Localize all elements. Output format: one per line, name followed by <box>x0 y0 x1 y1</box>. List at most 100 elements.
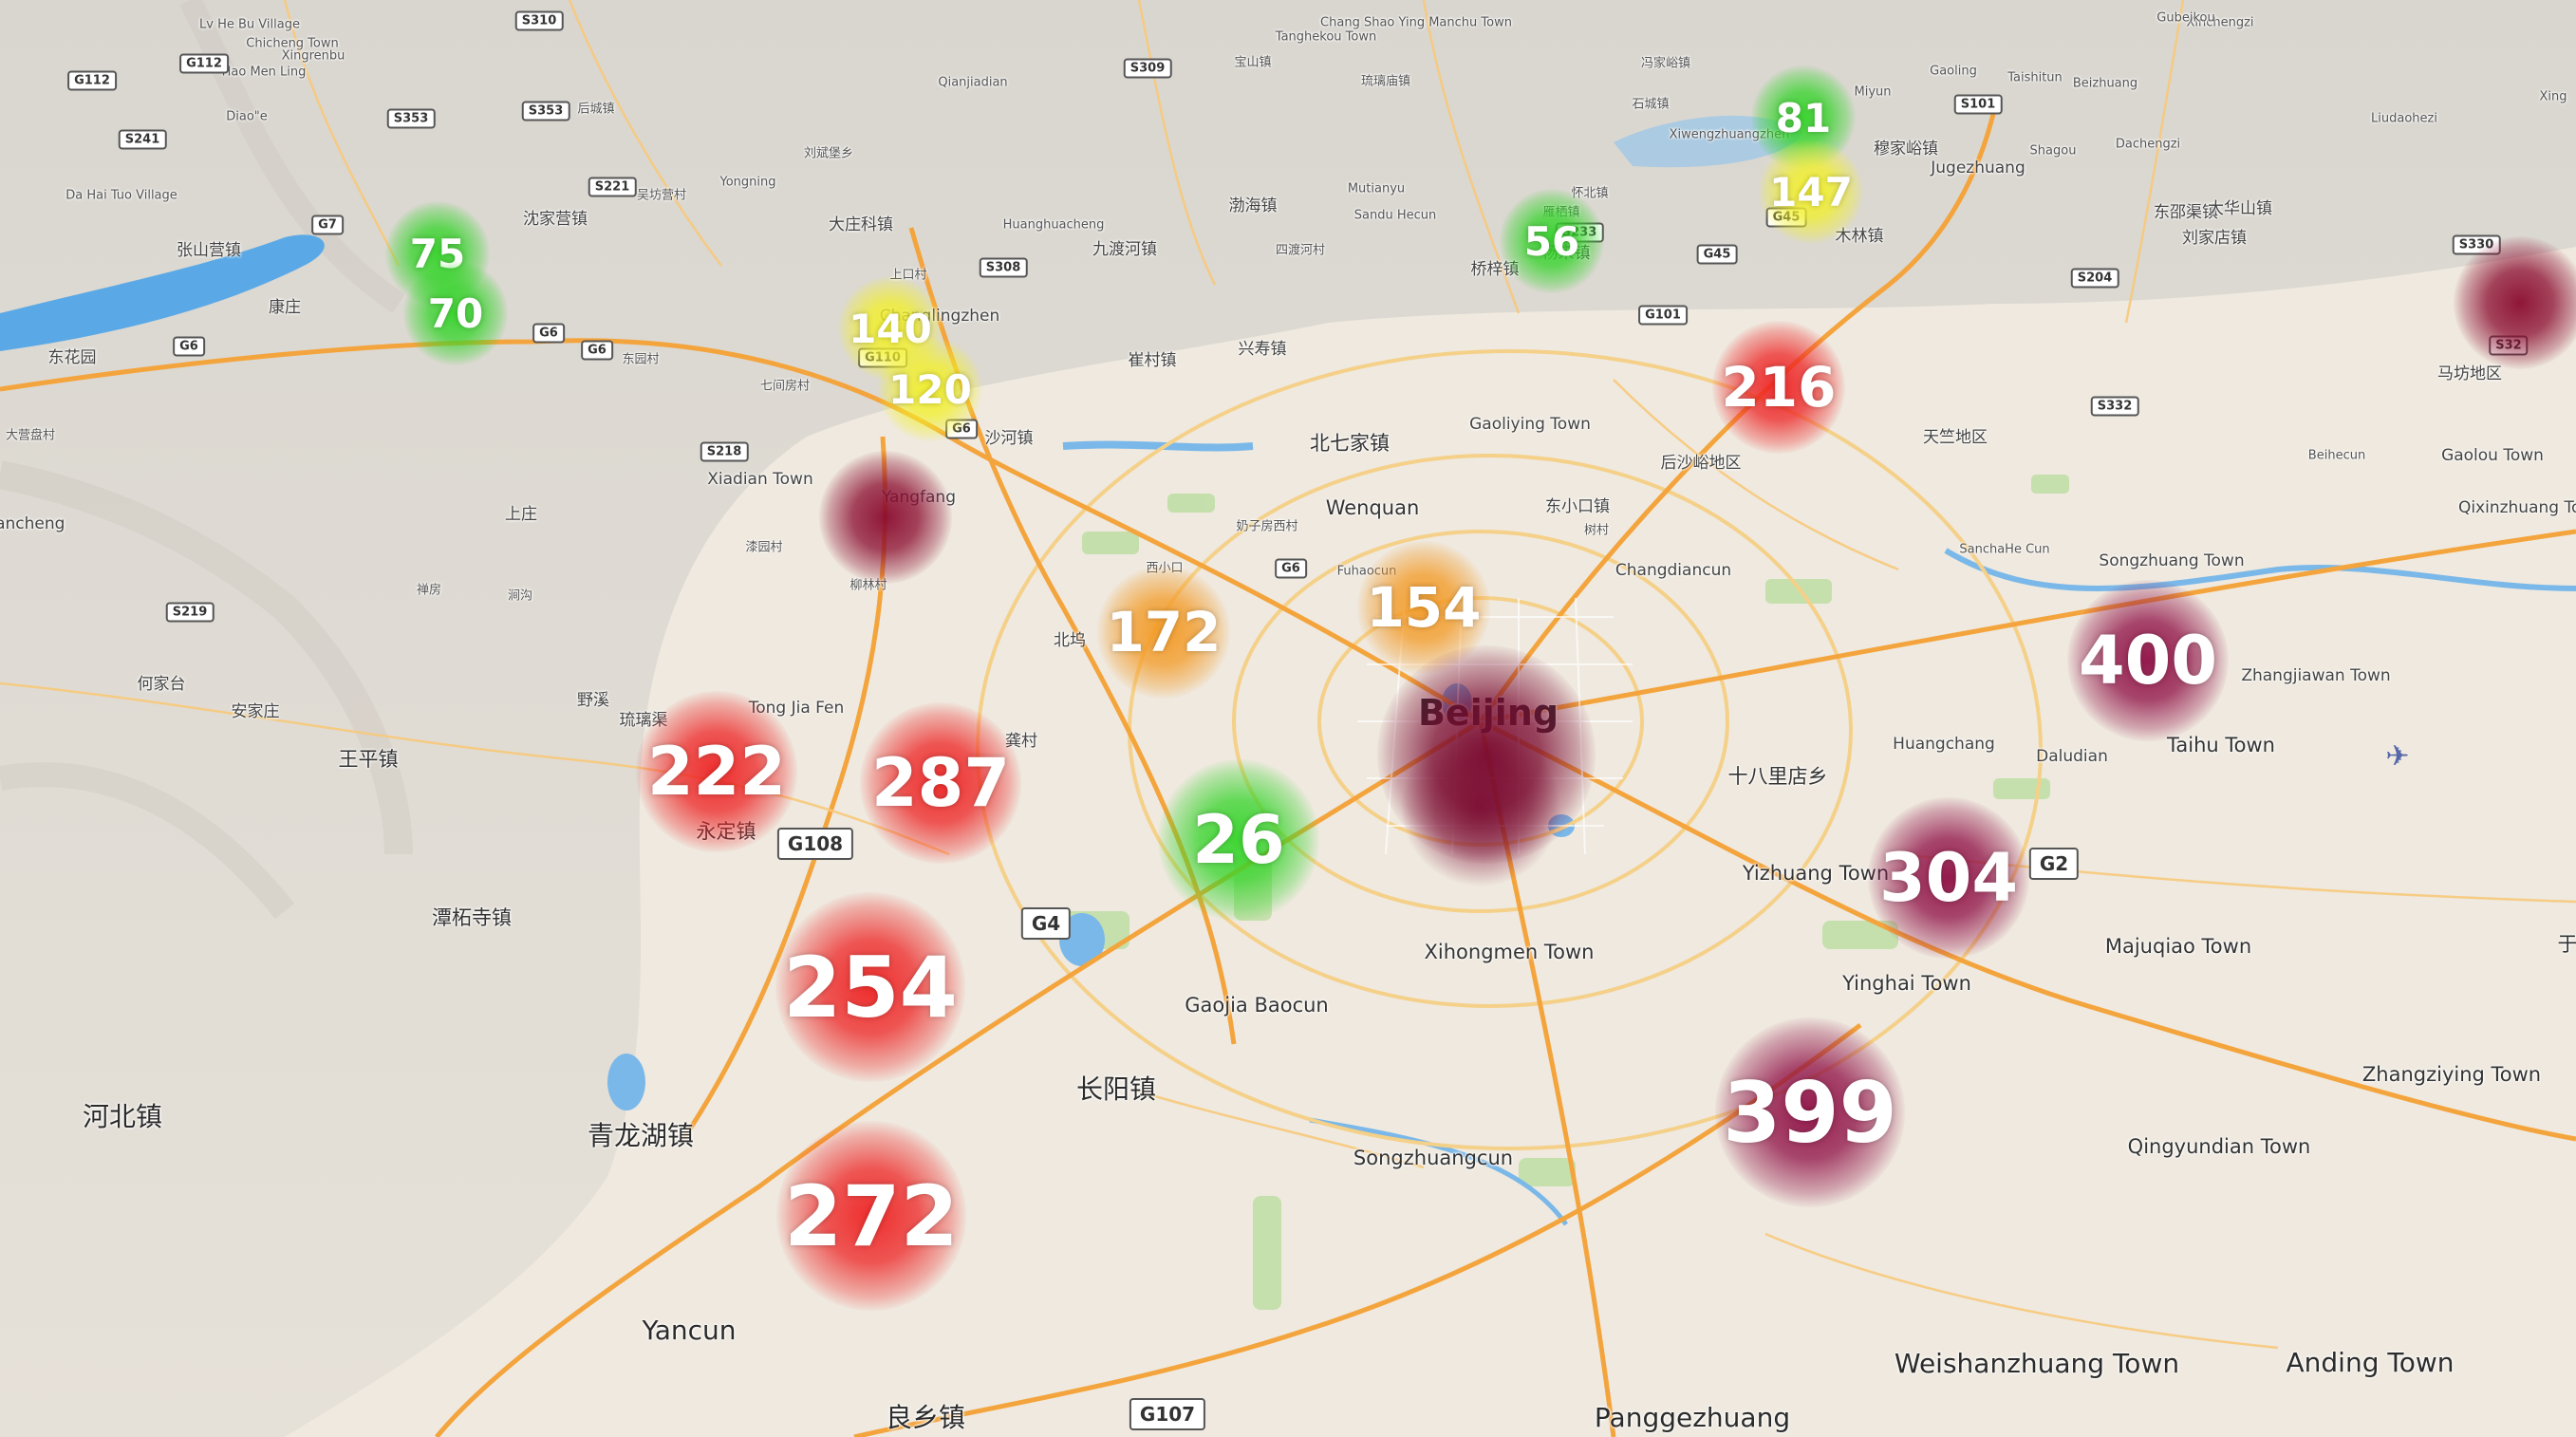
cluster-marker-216[interactable]: 216 <box>1712 321 1845 454</box>
place-label-taishitun: Taishitun <box>2007 70 2063 85</box>
cluster-count: 304 <box>1878 839 2019 917</box>
cluster-count: 81 <box>1775 94 1832 141</box>
road-shield-g112: G112 <box>67 70 117 91</box>
cluster-marker-unlabeled-8[interactable] <box>2454 236 2576 369</box>
road-shield-s309: S309 <box>1123 58 1172 79</box>
place-label-dachengzi: Dachengzi <box>2115 137 2181 152</box>
place-label-label-7: 张山营镇 <box>177 241 241 261</box>
road-shield-g6: G6 <box>1275 558 1307 579</box>
place-label-label-75: 树村 <box>1583 523 1610 538</box>
place-label-label-34: 冯家峪镇 <box>1640 56 1691 71</box>
cluster-count: 216 <box>1721 355 1837 420</box>
cluster-marker-304[interactable]: 304 <box>1868 797 2029 959</box>
cluster-marker-120[interactable]: 120 <box>878 337 982 441</box>
cluster-marker-272[interactable]: 272 <box>776 1121 966 1311</box>
place-label-sandu-hecun: Sandu Hecun <box>1353 208 1437 223</box>
road-shield-s221: S221 <box>588 177 637 197</box>
place-label-yancun: Yancun <box>642 1314 737 1346</box>
place-label-majuqiao-town: Majuqiao Town <box>2104 934 2252 958</box>
cluster-marker-56[interactable]: 56 <box>1500 189 1604 293</box>
place-label-label-22: 四渡河村 <box>1275 243 1326 258</box>
cluster-marker-287[interactable]: 287 <box>860 702 1021 864</box>
road-shield-s241: S241 <box>118 129 167 150</box>
cluster-count: 254 <box>783 938 958 1036</box>
place-label-label-17: 大庄科镇 <box>829 215 893 235</box>
place-label-hao-men-ling: Hao Men Ling <box>221 65 307 80</box>
road-shield-g6: G6 <box>532 323 565 344</box>
place-label-shagou: Shagou <box>2029 143 2077 159</box>
place-label-label-62: 天竺地区 <box>1923 428 1988 448</box>
place-label-songzhuang-town: Songzhuang Town <box>2099 551 2245 571</box>
place-label-label-58: 沙河镇 <box>984 429 1034 449</box>
cluster-marker-400[interactable]: 400 <box>2067 580 2229 741</box>
place-label-label-9: 康庄 <box>269 298 301 318</box>
place-label-changdiancun: Changdiancun <box>1615 561 1732 581</box>
place-label-zhangziying-town: Zhangziying Town <box>2361 1062 2542 1086</box>
road-shield-s353: S353 <box>521 101 570 121</box>
road-shield-g6: G6 <box>581 340 613 361</box>
cluster-count: 272 <box>784 1166 959 1265</box>
place-label-label-100: 于 <box>2557 932 2576 956</box>
cluster-marker-26[interactable]: 26 <box>1158 759 1319 921</box>
cluster-marker-unlabeled-9[interactable] <box>819 451 952 584</box>
road-shield-g2: G2 <box>2028 848 2080 880</box>
place-label-liudaohezi: Liudaohezi <box>2371 111 2437 126</box>
place-label-label-105: 青龙湖镇 <box>587 1119 695 1151</box>
place-label-label-97: 潭柘寺镇 <box>432 905 512 929</box>
place-label-label-84: 何家台 <box>137 675 186 695</box>
place-label-da-hai-tuo-village: Da Hai Tuo Village <box>65 188 177 203</box>
cluster-marker-254[interactable]: 254 <box>775 892 965 1082</box>
place-label-gaolou-town: Gaolou Town <box>2441 446 2544 466</box>
place-label-label-57: 兴寿镇 <box>1238 340 1287 360</box>
road-shield-s308: S308 <box>979 257 1028 278</box>
place-label-gaoling: Gaoling <box>1930 64 1977 79</box>
place-label-taihu-town: Taihu Town <box>2167 733 2275 756</box>
place-label-yongning: Yongning <box>719 175 776 190</box>
place-label-label-69: 漆园村 <box>745 540 783 555</box>
place-label-label-56: 崔村镇 <box>1128 351 1177 371</box>
cluster-marker-399[interactable]: 399 <box>1715 1017 1905 1207</box>
place-label-label-80: 禅房 <box>416 583 442 598</box>
road-shield-g108: G108 <box>776 828 854 860</box>
place-label-biancheng: biancheng <box>0 514 65 534</box>
place-label-label-112: 良乡镇 <box>885 1401 966 1433</box>
place-label-panggezhuang: Panggezhuang <box>1594 1401 1791 1433</box>
cluster-count: 70 <box>427 289 484 337</box>
place-label-label-15: 吴坊营村 <box>636 188 687 203</box>
place-label-xihongmen-town: Xihongmen Town <box>1424 940 1595 963</box>
place-label-label-59: 北七家镇 <box>1310 431 1390 455</box>
cluster-count: 120 <box>888 365 972 413</box>
place-label-label-10: 东花园 <box>47 348 97 368</box>
place-label-label-86: 野溪 <box>577 691 609 711</box>
road-shield-s219: S219 <box>165 602 215 623</box>
road-shield-g101: G101 <box>1638 305 1688 326</box>
cluster-marker-222[interactable]: 222 <box>636 691 797 852</box>
place-label-label-94: 十八里店乡 <box>1727 764 1828 788</box>
place-label-beizhuang: Beizhuang <box>2072 76 2138 91</box>
place-label-label-37: 穆家峪镇 <box>1874 140 1938 159</box>
cluster-marker-unlabeled-15[interactable] <box>1377 645 1596 864</box>
road-shield-g45: G45 <box>1696 244 1738 265</box>
place-label-xingrenbu: Xingrenbu <box>281 48 345 64</box>
cluster-marker-147[interactable]: 147 <box>1759 140 1863 244</box>
place-label-weishanzhuang-town: Weishanzhuang Town <box>1894 1347 2180 1379</box>
place-label-huangchang: Huangchang <box>1893 735 1995 755</box>
cluster-marker-70[interactable]: 70 <box>403 261 508 365</box>
place-label-gaojia-baocun: Gaojia Baocun <box>1185 993 1329 1017</box>
cluster-count: 287 <box>870 744 1011 822</box>
place-label-songzhuangcun: Songzhuangcun <box>1353 1146 1514 1169</box>
place-label-huanghuacheng: Huanghuacheng <box>1002 217 1105 233</box>
place-label-label-16: 刘斌堡乡 <box>803 146 854 161</box>
place-label-label-33: 石城镇 <box>1632 97 1670 112</box>
place-label-label-45: 刘家店镇 <box>2182 229 2247 249</box>
place-label-label-55: 七间房村 <box>759 379 811 394</box>
place-label-qianjiadian: Qianjiadian <box>938 75 1008 90</box>
map-canvas[interactable]: Lv He Bu Village Chicheng Town Xingrenbu Ha… <box>0 0 2576 1437</box>
place-label-label-81: 涧沟 <box>507 588 533 604</box>
place-label-wenquan: Wenquan <box>1325 495 1420 519</box>
place-label-mutianyu: Mutianyu <box>1347 181 1406 196</box>
place-label-xiadian-town: Xiadian Town <box>707 470 813 490</box>
place-label-label-5: 后城镇 <box>577 102 615 117</box>
cluster-marker-172[interactable]: 172 <box>1097 566 1230 699</box>
place-label-anding-town: Anding Town <box>2286 1346 2455 1378</box>
